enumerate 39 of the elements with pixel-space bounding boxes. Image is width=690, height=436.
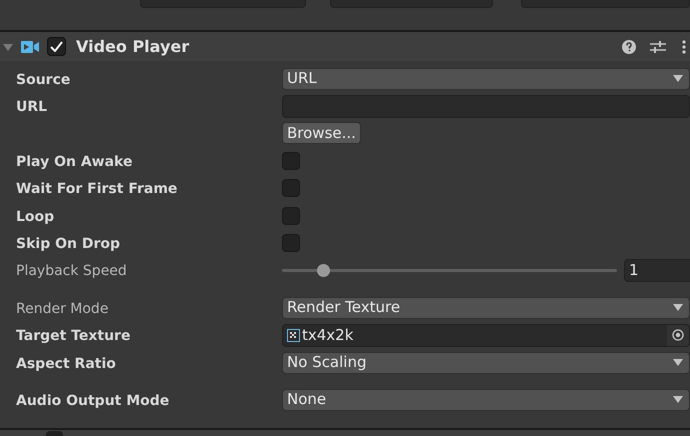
dropdown[interactable]: Render Texture <box>282 296 690 319</box>
dropdown-arrow-icon <box>673 75 683 82</box>
field-label: Play On Awake <box>16 154 132 170</box>
field-label: Source <box>16 72 70 88</box>
field-label: Audio Output Mode <box>16 392 170 409</box>
field-label: URL <box>16 99 48 116</box>
number-field[interactable]: 1 <box>624 258 690 282</box>
browse-button[interactable]: Browse... <box>282 122 361 144</box>
field-label: Loop <box>16 208 54 225</box>
settings-sliders-icon[interactable] <box>650 40 666 54</box>
enabled-checkbox[interactable] <box>47 37 66 56</box>
field-label: Wait For First Frame <box>16 181 178 198</box>
object-picker-icon[interactable] <box>672 329 684 342</box>
field-label: Skip On Drop <box>16 236 120 252</box>
texture-icon <box>287 328 300 342</box>
url-input-field[interactable] <box>282 94 690 118</box>
checkbox[interactable] <box>282 179 300 198</box>
dropdown-arrow-icon <box>673 396 683 404</box>
checkbox[interactable] <box>282 206 300 225</box>
field-label: Target Texture <box>16 328 130 344</box>
dropdown[interactable]: None <box>282 388 690 411</box>
slider[interactable] <box>282 264 617 277</box>
field-label: Aspect Ratio <box>16 356 116 372</box>
video-camera-icon <box>21 40 39 54</box>
dropdown-arrow-icon <box>673 304 683 312</box>
dropdown[interactable]: No Scaling <box>282 352 690 374</box>
help-icon[interactable] <box>622 40 636 54</box>
slider-thumb[interactable] <box>317 264 330 277</box>
checkbox[interactable] <box>282 152 300 170</box>
checkbox[interactable] <box>282 234 300 252</box>
dropdown-arrow-icon <box>673 359 683 366</box>
more-options-icon[interactable] <box>682 40 686 54</box>
object-name: tx4x2k <box>302 324 354 346</box>
field-label: Playback Speed <box>16 263 127 280</box>
object-field[interactable]: tx4x2k <box>282 324 690 347</box>
component-title: Video Player <box>76 36 190 58</box>
field-label: Render Mode <box>16 300 108 317</box>
dropdown[interactable]: URL <box>282 68 690 90</box>
foldout-triangle-icon[interactable] <box>3 42 13 52</box>
